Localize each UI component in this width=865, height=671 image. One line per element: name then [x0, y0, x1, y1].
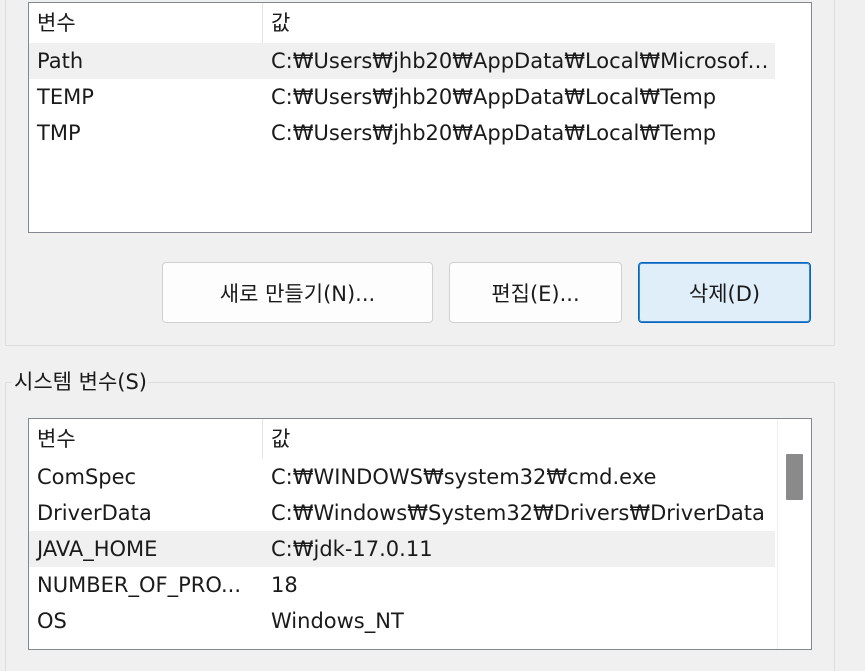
system-variables-scrollbar[interactable] — [777, 419, 811, 649]
new-variable-button[interactable]: 새로 만들기(N)... — [162, 262, 433, 323]
variable-name: ComSpec — [37, 465, 137, 489]
variable-value: C:₩WINDOWS₩system32₩cmd.exe — [271, 465, 657, 489]
system-variable-row-java-home[interactable]: JAVA_HOME C:₩jdk-17.0.11 — [29, 531, 775, 567]
system-variables-header: 변수 값 — [29, 419, 775, 459]
edit-variable-button[interactable]: 편집(E)... — [449, 262, 622, 323]
delete-variable-button[interactable]: 삭제(D) — [638, 262, 811, 323]
user-variables-header: 변수 값 — [29, 3, 775, 43]
column-header-variable[interactable]: 변수 — [29, 419, 263, 459]
variable-value: C:₩jdk-17.0.11 — [271, 537, 433, 561]
user-variable-row-path[interactable]: Path C:₩Users₩jhb20₩AppData₩Local₩Micros… — [29, 43, 775, 79]
system-variables-list[interactable]: 변수 값 ComSpec C:₩WINDOWS₩system32₩cmd.exe… — [28, 418, 812, 650]
system-variables-group-label: 시스템 변수(S) — [12, 366, 149, 398]
variable-name: JAVA_HOME — [37, 537, 158, 561]
column-header-value[interactable]: 값 — [263, 3, 775, 43]
system-variable-row-number-of-processors[interactable]: NUMBER_OF_PRO... 18 — [29, 567, 775, 603]
variable-value: C:₩Windows₩System32₩Drivers₩DriverData — [271, 501, 765, 525]
variable-value: 18 — [271, 573, 298, 597]
variable-name: Path — [37, 49, 84, 73]
variable-name: TMP — [37, 121, 81, 145]
environment-variables-dialog: 변수 값 Path C:₩Users₩jhb20₩AppData₩Local₩M… — [0, 0, 865, 671]
variable-name: TEMP — [37, 85, 94, 109]
scrollbar-thumb[interactable] — [786, 454, 803, 500]
system-variable-row-driverdata[interactable]: DriverData C:₩Windows₩System32₩Drivers₩D… — [29, 495, 775, 531]
variable-value: C:₩Users₩jhb20₩AppData₩Local₩Temp — [271, 85, 717, 109]
variable-name: OS — [37, 609, 67, 633]
user-variable-row-tmp[interactable]: TMP C:₩Users₩jhb20₩AppData₩Local₩Temp — [29, 115, 775, 151]
variable-name: DriverData — [37, 501, 152, 525]
variable-value: Windows_NT — [271, 609, 404, 633]
column-header-variable[interactable]: 변수 — [29, 3, 263, 43]
user-variable-row-temp[interactable]: TEMP C:₩Users₩jhb20₩AppData₩Local₩Temp — [29, 79, 775, 115]
system-variable-row-os[interactable]: OS Windows_NT — [29, 603, 775, 639]
column-header-value[interactable]: 값 — [263, 419, 775, 459]
user-variables-list[interactable]: 변수 값 Path C:₩Users₩jhb20₩AppData₩Local₩M… — [28, 2, 812, 233]
system-variable-row-comspec[interactable]: ComSpec C:₩WINDOWS₩system32₩cmd.exe — [29, 459, 775, 495]
variable-value: C:₩Users₩jhb20₩AppData₩Local₩Microsoft..… — [271, 49, 775, 73]
variable-name: NUMBER_OF_PRO... — [37, 573, 242, 597]
variable-value: C:₩Users₩jhb20₩AppData₩Local₩Temp — [271, 121, 717, 145]
